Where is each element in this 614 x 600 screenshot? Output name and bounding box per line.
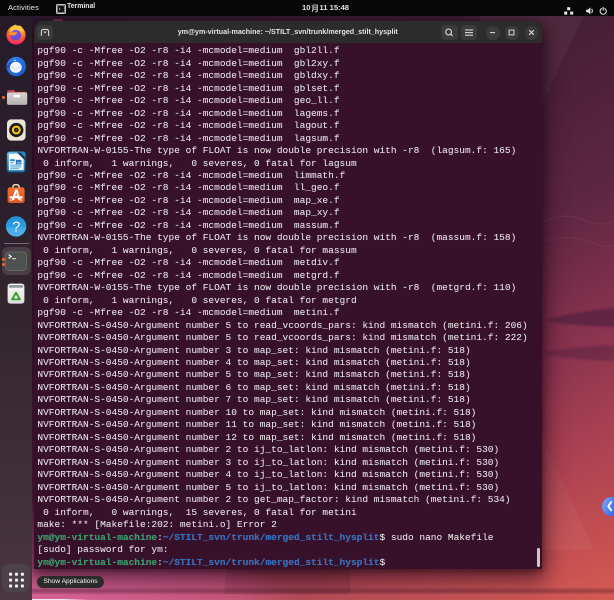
svg-text:?: ?	[12, 219, 20, 235]
